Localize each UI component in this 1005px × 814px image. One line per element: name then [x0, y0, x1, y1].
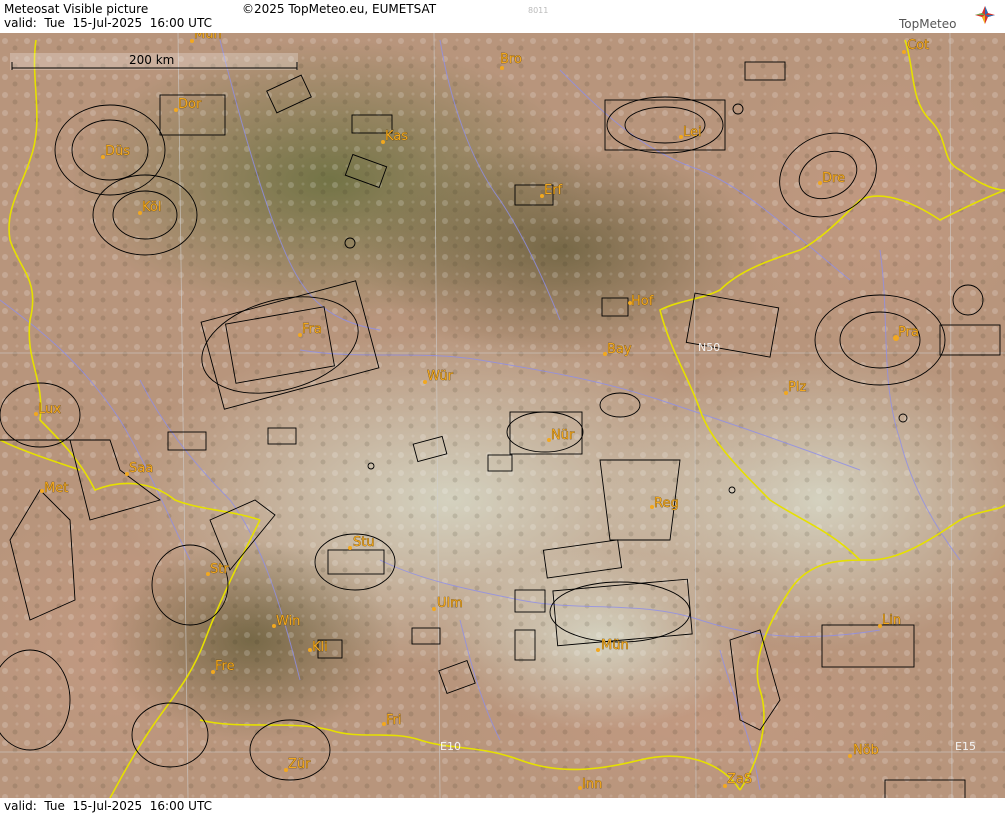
city-label[interactable]: ZaS [727, 772, 753, 788]
city-label[interactable]: Dre [822, 171, 846, 187]
image-code: 8011 [528, 6, 549, 15]
header-bar: Meteosat Visible picture valid: Tue 15-J… [0, 0, 1005, 34]
city-label[interactable]: Fre [215, 659, 235, 675]
footer-valid-time: valid: Tue 15-Jul-2025 16:00 UTC [4, 799, 212, 813]
city-label[interactable]: Köl [142, 200, 162, 216]
city-label[interactable]: Bay [607, 342, 632, 358]
city-label[interactable]: Fri [386, 713, 402, 729]
city-label[interactable]: Met [44, 481, 69, 497]
city-label[interactable]: Inn [582, 777, 603, 793]
city-label[interactable]: Lux [38, 402, 62, 418]
city-label[interactable]: Dor [178, 97, 203, 113]
city-label[interactable]: Nür [551, 428, 576, 444]
grid-label-e10: E10 [440, 740, 461, 753]
city-label[interactable]: Nöb [853, 743, 880, 759]
footer-bar: valid: Tue 15-Jul-2025 16:00 UTC [0, 798, 1005, 814]
grid-label-e15: E15 [955, 740, 976, 753]
city-label[interactable]: Mün [601, 638, 629, 654]
city-label[interactable]: Win [276, 614, 301, 630]
grid-label-n50: N50 [698, 341, 720, 354]
city-label[interactable]: Stu [353, 535, 375, 551]
city-label[interactable]: Saa [129, 461, 154, 477]
city-label[interactable]: Kli [312, 640, 328, 656]
city-label[interactable]: Bro [500, 52, 523, 68]
city-label[interactable]: Zür [288, 757, 312, 773]
city-dot [848, 754, 852, 758]
satellite-map[interactable]: 200 km E10 E15 N50 Mün Bro Cot Dor Düs K… [0, 33, 1005, 798]
city-label[interactable]: Erf [544, 183, 563, 199]
scale-bar: 200 km [10, 53, 298, 70]
city-label[interactable]: Pra [898, 325, 920, 341]
city-label[interactable]: Wür [427, 369, 454, 385]
logo-text: TopMeteo [899, 17, 957, 31]
city-dot [348, 546, 352, 550]
city-label[interactable]: Ulm [437, 596, 463, 612]
city-label[interactable]: Reg [654, 496, 679, 512]
city-label[interactable]: Kas [385, 129, 409, 145]
valid-time: valid: Tue 15-Jul-2025 16:00 UTC [4, 16, 212, 30]
city-label[interactable]: Plz [788, 380, 807, 396]
product-title: Meteosat Visible picture [4, 2, 149, 16]
city-label[interactable]: Fra [302, 322, 322, 338]
city-dot [902, 50, 906, 54]
map-viewer: Meteosat Visible picture valid: Tue 15-J… [0, 0, 1005, 814]
scale-label: 200 km [129, 53, 174, 67]
city-label[interactable]: Lin [882, 613, 902, 629]
city-label[interactable]: Düs [105, 144, 131, 160]
city-label[interactable]: Str [210, 562, 230, 578]
city-dot [596, 648, 600, 652]
city-label[interactable]: Cot [907, 38, 930, 54]
city-label[interactable]: Mün [194, 33, 222, 42]
city-label[interactable]: Hof [631, 294, 654, 310]
city-label[interactable]: Lei [683, 125, 702, 141]
copyright: ©2025 TopMeteo.eu, EUMETSAT [242, 2, 437, 16]
satellite-imagery [0, 33, 1005, 798]
city-dot [432, 607, 436, 611]
topmeteo-logo[interactable]: TopMeteo [897, 4, 997, 32]
